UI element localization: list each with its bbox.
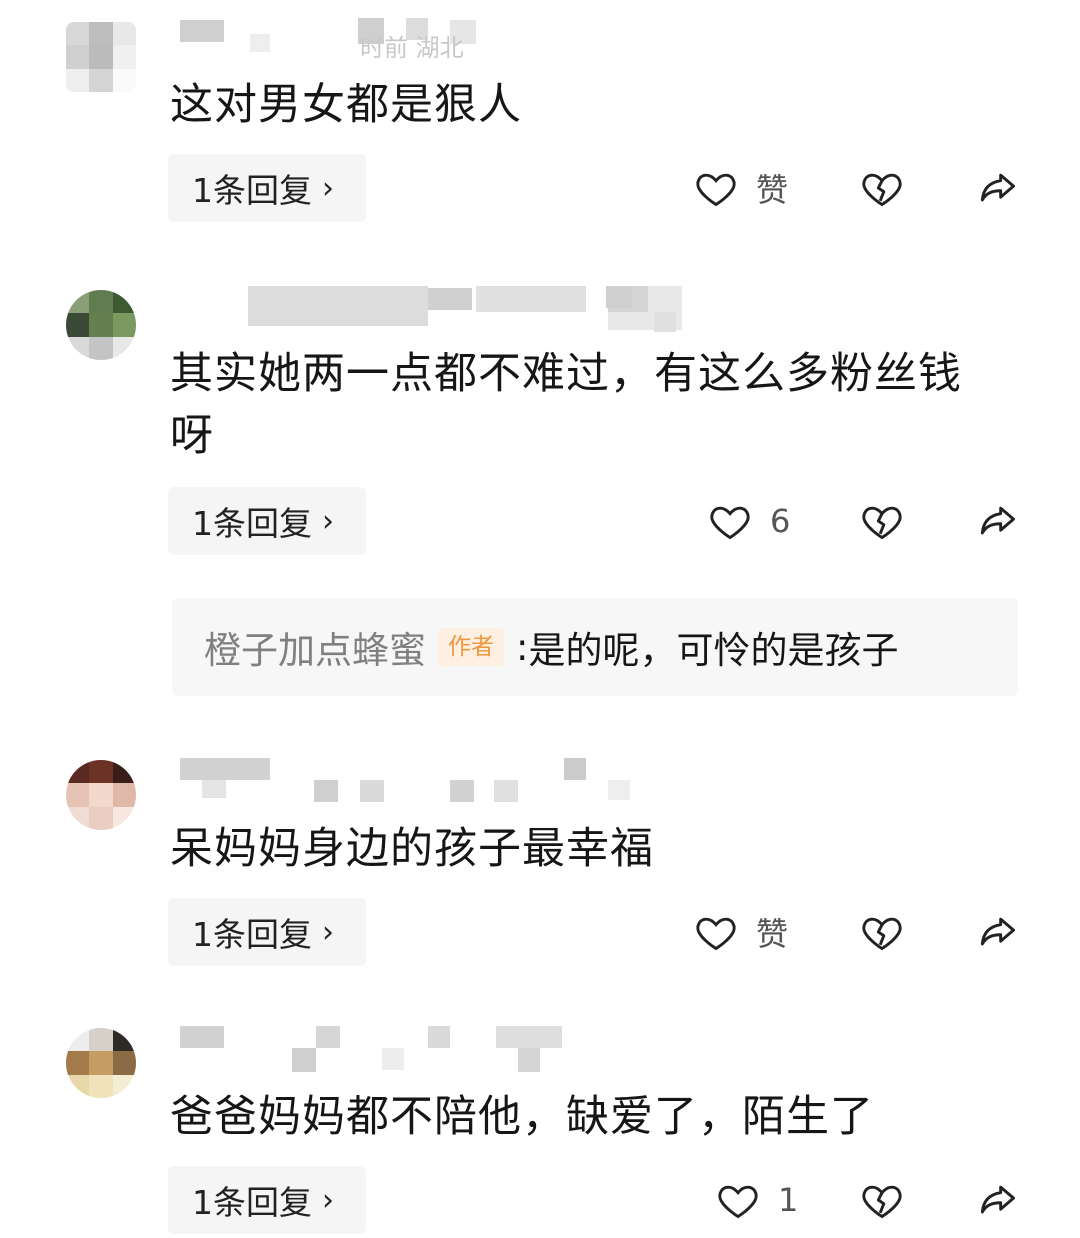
comment-location: 时前 湖北: [360, 34, 464, 62]
heart-outline-icon: [696, 917, 736, 951]
view-replies-button[interactable]: 1条回复 ›: [168, 487, 366, 555]
view-replies-button[interactable]: 1条回复 ›: [168, 154, 366, 222]
broken-heart-icon[interactable]: [860, 910, 904, 954]
reply-count-label: 1条回复: [192, 504, 312, 543]
comment-actions: 1: [690, 1170, 1030, 1230]
avatar[interactable]: [66, 1028, 136, 1098]
avatar[interactable]: [66, 290, 136, 360]
reply-separator: :: [516, 625, 529, 669]
like-count: 赞: [756, 171, 789, 209]
reply-author-name[interactable]: 橙子加点蜂蜜: [204, 620, 426, 674]
comment-text: 呆妈妈身边的孩子最幸福: [170, 824, 654, 874]
comment-meta: [180, 1026, 580, 1072]
comment-text: 这对男女都是狠人: [170, 80, 522, 130]
comment-actions: 赞: [690, 158, 1030, 218]
like-button[interactable]: 赞: [694, 158, 788, 218]
author-badge: 作者: [438, 628, 504, 666]
chevron-right-icon: ›: [322, 1182, 334, 1218]
broken-heart-icon[interactable]: [860, 1178, 904, 1222]
like-count: 6: [770, 502, 791, 540]
reply-text: 是的呢，可怜的是孩子: [528, 629, 899, 672]
reply-count-label: 1条回复: [192, 915, 312, 954]
share-arrow-icon[interactable]: [974, 499, 1020, 543]
comment-actions: 6: [690, 491, 1030, 551]
comment-text: 爸爸妈妈都不陪他，缺爱了，陌生了: [170, 1092, 874, 1142]
like-button[interactable]: 1: [716, 1170, 798, 1230]
like-count: 赞: [756, 915, 789, 953]
avatar[interactable]: [66, 22, 136, 92]
share-arrow-icon[interactable]: [974, 166, 1020, 210]
comment-actions: 赞: [690, 902, 1030, 962]
comment-meta-extra: [606, 286, 686, 332]
like-button[interactable]: 6: [708, 491, 790, 551]
comment-meta: [180, 758, 640, 802]
reply-count-label: 1条回复: [192, 1183, 312, 1222]
like-count: 1: [778, 1181, 799, 1219]
heart-outline-icon: [718, 1185, 758, 1219]
avatar[interactable]: [66, 760, 136, 830]
heart-outline-icon: [696, 173, 736, 207]
chevron-right-icon: ›: [322, 914, 334, 950]
broken-heart-icon[interactable]: [860, 166, 904, 210]
reply-count-label: 1条回复: [192, 171, 312, 210]
share-arrow-icon[interactable]: [974, 1178, 1020, 1222]
chevron-right-icon: ›: [322, 503, 334, 539]
view-replies-button[interactable]: 1条回复 ›: [168, 1166, 366, 1234]
view-replies-button[interactable]: 1条回复 ›: [168, 898, 366, 966]
broken-heart-icon[interactable]: [860, 499, 904, 543]
chevron-right-icon: ›: [322, 170, 334, 206]
heart-outline-icon: [710, 506, 750, 540]
comment-meta: 时前 湖北: [180, 14, 540, 62]
author-reply-preview[interactable]: 橙子加点蜂蜜 作者 : 是的呢，可怜的是孩子: [172, 598, 1018, 696]
comment-text: 其实她两一点都不难过，有这么多粉丝钱呀: [170, 349, 962, 461]
like-button[interactable]: 赞: [694, 902, 788, 962]
share-arrow-icon[interactable]: [974, 910, 1020, 954]
